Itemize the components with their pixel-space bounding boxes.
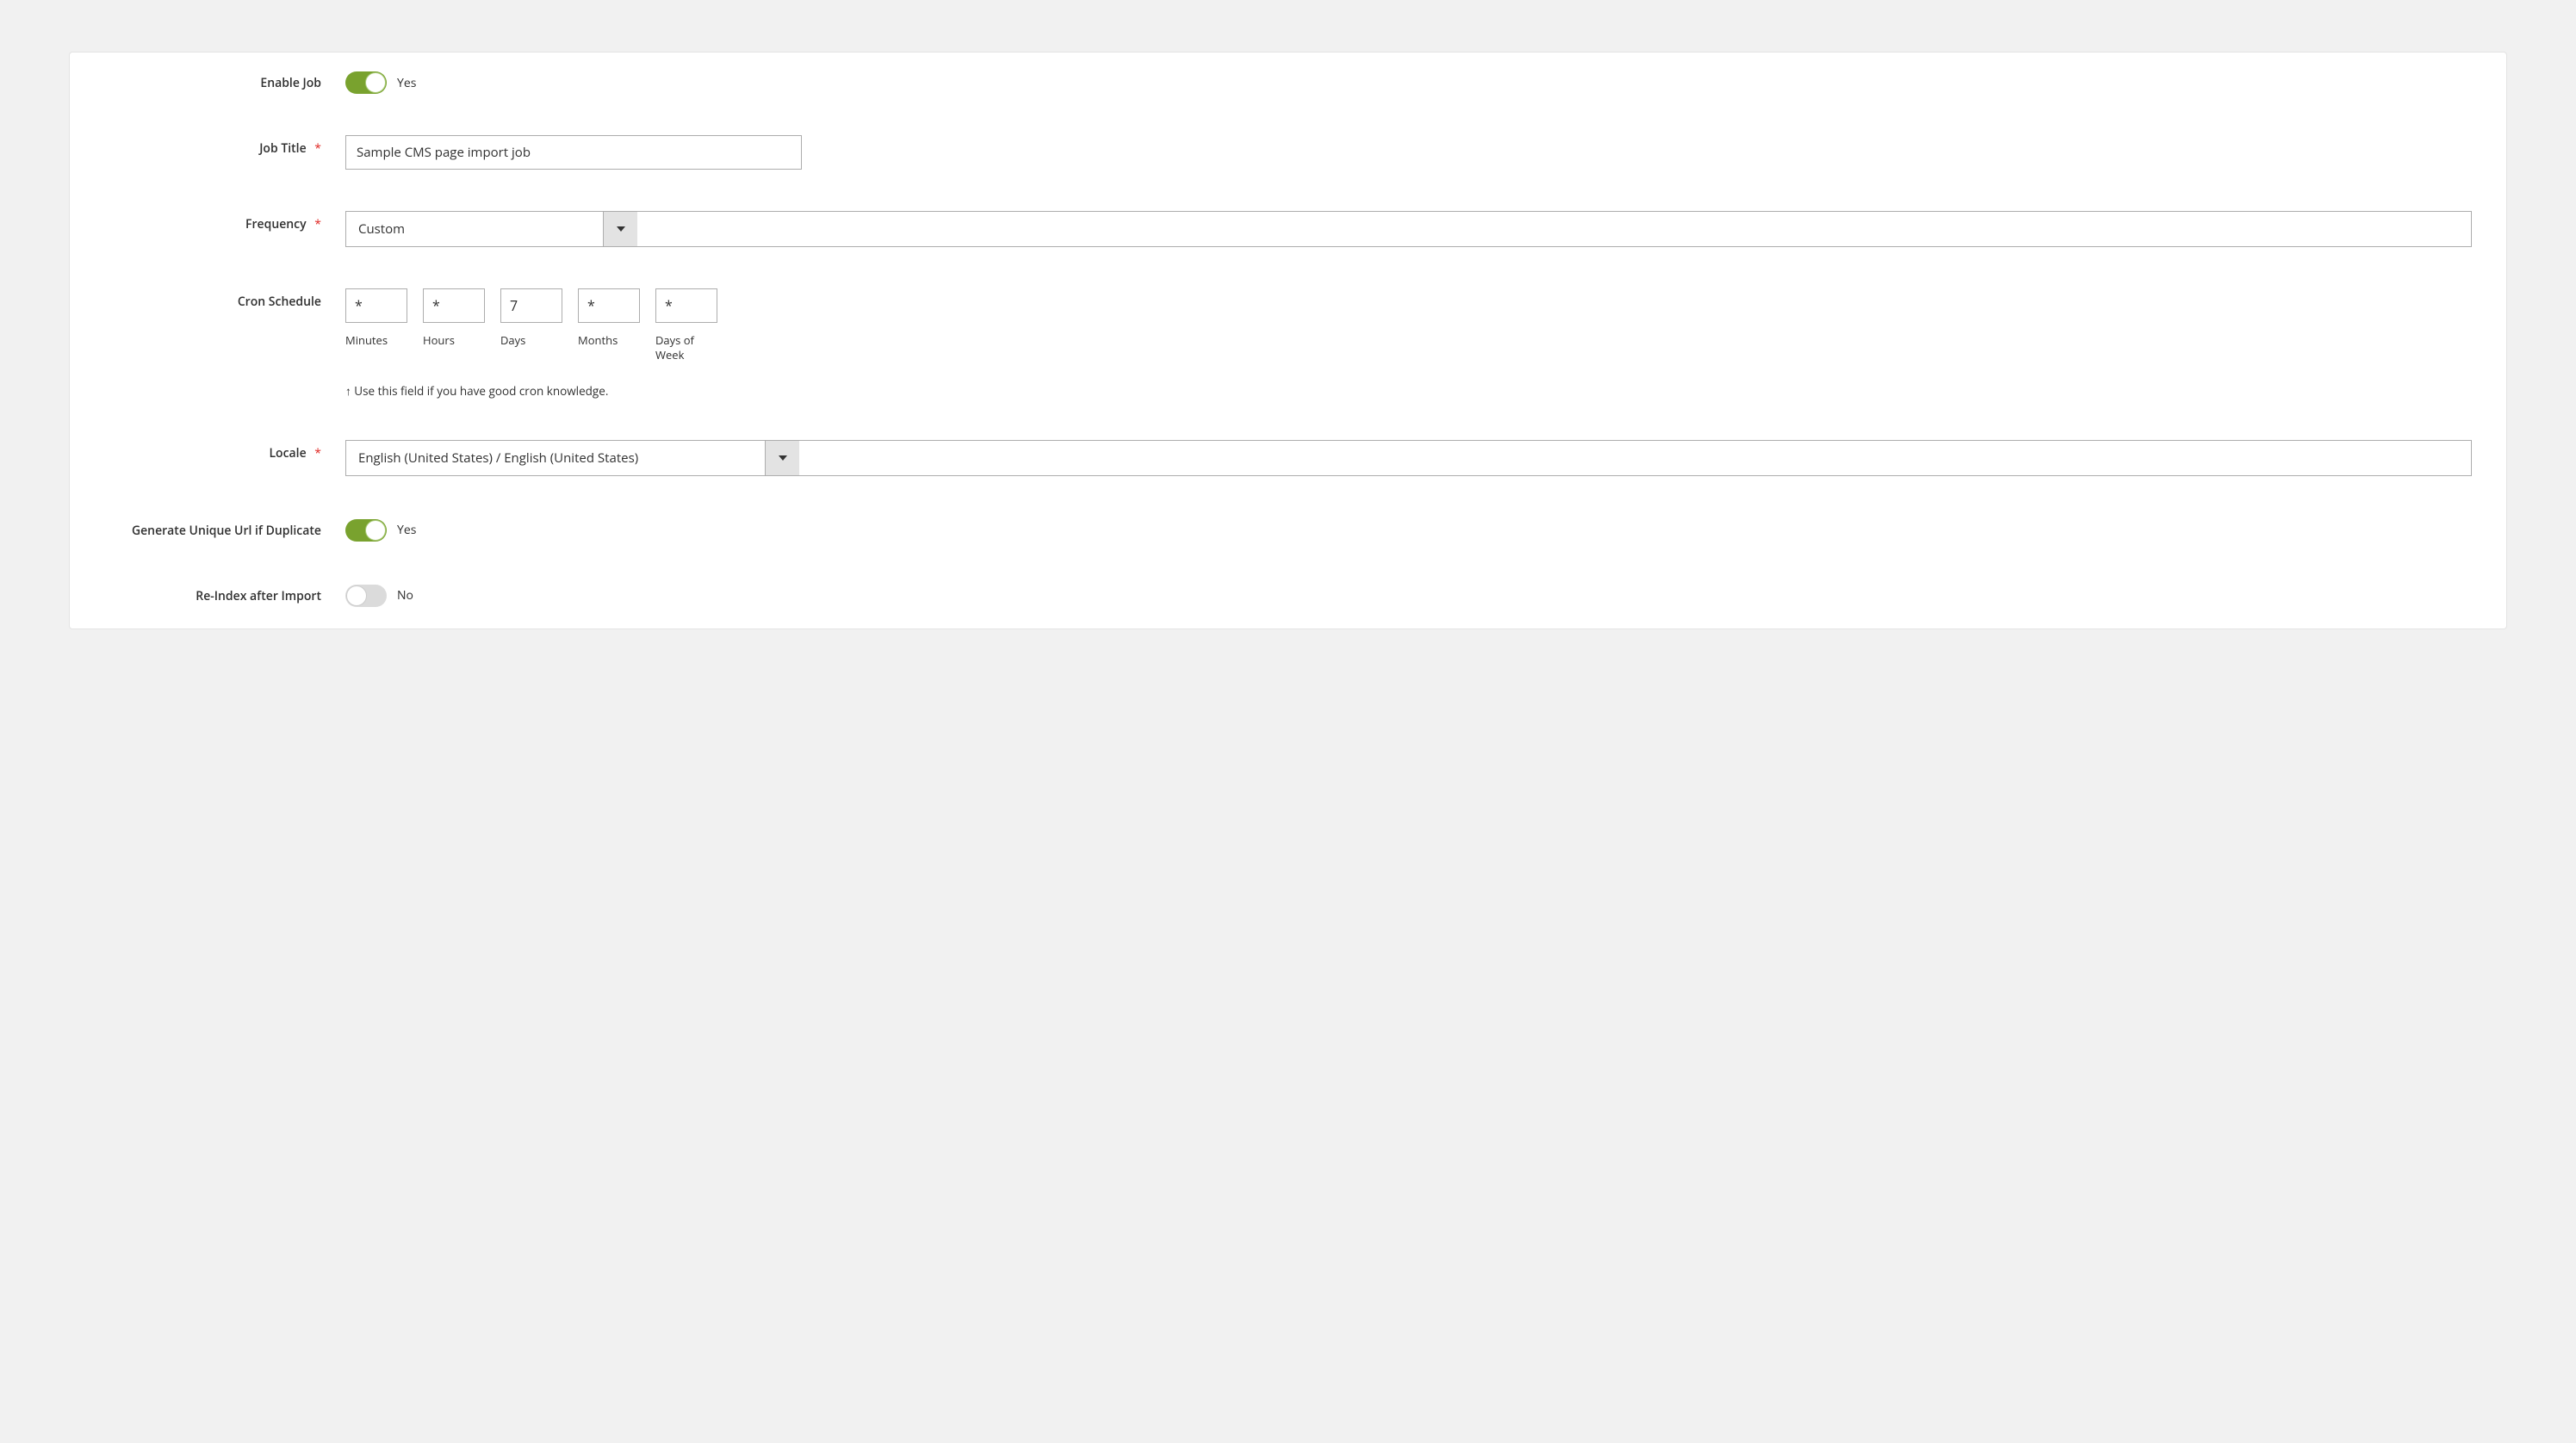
- chevron-down-icon[interactable]: [765, 441, 799, 475]
- required-asterisk: *: [314, 445, 321, 461]
- control-enable-job: Yes: [345, 70, 2472, 94]
- label-frequency: Frequency *: [104, 211, 345, 232]
- field-cron-schedule: Cron Schedule Minutes Hours Days Mon: [104, 288, 2472, 399]
- label-text: Cron Schedule: [238, 294, 321, 310]
- chevron-down-icon[interactable]: [603, 212, 637, 246]
- input-cron-minutes[interactable]: [345, 288, 407, 323]
- control-job-title: [345, 135, 2472, 170]
- label-text: Re-Index after Import: [196, 588, 321, 604]
- label-text: Job Title: [259, 140, 306, 157]
- toggle-enable-job[interactable]: [345, 71, 387, 94]
- field-enable-job: Enable Job Yes: [104, 70, 2472, 94]
- required-asterisk: *: [314, 140, 321, 157]
- sublabel-hours: Hours: [423, 333, 485, 348]
- label-locale: Locale *: [104, 440, 345, 461]
- field-reindex: Re-Index after Import No: [104, 583, 2472, 607]
- toggle-knob: [346, 585, 367, 606]
- toggle-text-enable-job: Yes: [397, 75, 416, 91]
- toggle-knob: [365, 72, 386, 93]
- field-unique-url: Generate Unique Url if Dupli­cate Yes: [104, 517, 2472, 542]
- required-asterisk: *: [314, 216, 321, 232]
- control-frequency: Custom: [345, 211, 2472, 247]
- label-unique-url: Generate Unique Url if Dupli­cate: [104, 517, 345, 539]
- input-cron-months[interactable]: [578, 288, 640, 323]
- control-cron-schedule: Minutes Hours Days Months Days of Week: [345, 288, 2472, 399]
- toggle-text-reindex: No: [397, 587, 413, 604]
- select-frequency[interactable]: Custom: [345, 211, 2472, 247]
- sublabel-minutes: Minutes: [345, 333, 407, 348]
- toggle-reindex[interactable]: [345, 585, 387, 607]
- cron-col-months: Months: [578, 288, 640, 362]
- sublabel-days: Days: [500, 333, 562, 348]
- input-cron-hours[interactable]: [423, 288, 485, 323]
- control-reindex: No: [345, 583, 2472, 607]
- select-frequency-value[interactable]: Custom: [346, 212, 603, 246]
- label-text: Frequency: [245, 216, 307, 232]
- label-text: Enable Job: [260, 75, 321, 91]
- cron-col-hours: Hours: [423, 288, 485, 362]
- settings-card: Enable Job Yes Job Title * Frequency *: [69, 52, 2507, 629]
- label-text: Locale: [269, 445, 306, 461]
- label-cron-schedule: Cron Schedule: [104, 288, 345, 310]
- toggle-unique-url[interactable]: [345, 519, 387, 542]
- input-cron-days[interactable]: [500, 288, 562, 323]
- cron-col-dow: Days of Week: [655, 288, 717, 362]
- toggle-text-unique-url: Yes: [397, 522, 416, 538]
- input-cron-dow[interactable]: [655, 288, 717, 323]
- sublabel-dow: Days of Week: [655, 333, 717, 362]
- sublabel-months: Months: [578, 333, 640, 348]
- label-text: Generate Unique Url if Dupli­cate: [132, 523, 321, 539]
- cron-col-days: Days: [500, 288, 562, 362]
- select-locale-value[interactable]: English (United States) / English (Unite…: [346, 441, 765, 475]
- field-frequency: Frequency * Custom: [104, 211, 2472, 247]
- label-reindex: Re-Index after Import: [104, 583, 345, 604]
- field-job-title: Job Title *: [104, 135, 2472, 170]
- label-job-title: Job Title *: [104, 135, 345, 157]
- cron-col-minutes: Minutes: [345, 288, 407, 362]
- select-locale[interactable]: English (United States) / English (Unite…: [345, 440, 2472, 476]
- field-locale: Locale * English (United States) / Engli…: [104, 440, 2472, 476]
- control-locale: English (United States) / English (Unite…: [345, 440, 2472, 476]
- toggle-knob: [365, 520, 386, 541]
- label-enable-job: Enable Job: [104, 70, 345, 91]
- cron-hint: ↑ Use this field if you have good cron k…: [345, 383, 2472, 399]
- control-unique-url: Yes: [345, 517, 2472, 542]
- input-job-title[interactable]: [345, 135, 802, 170]
